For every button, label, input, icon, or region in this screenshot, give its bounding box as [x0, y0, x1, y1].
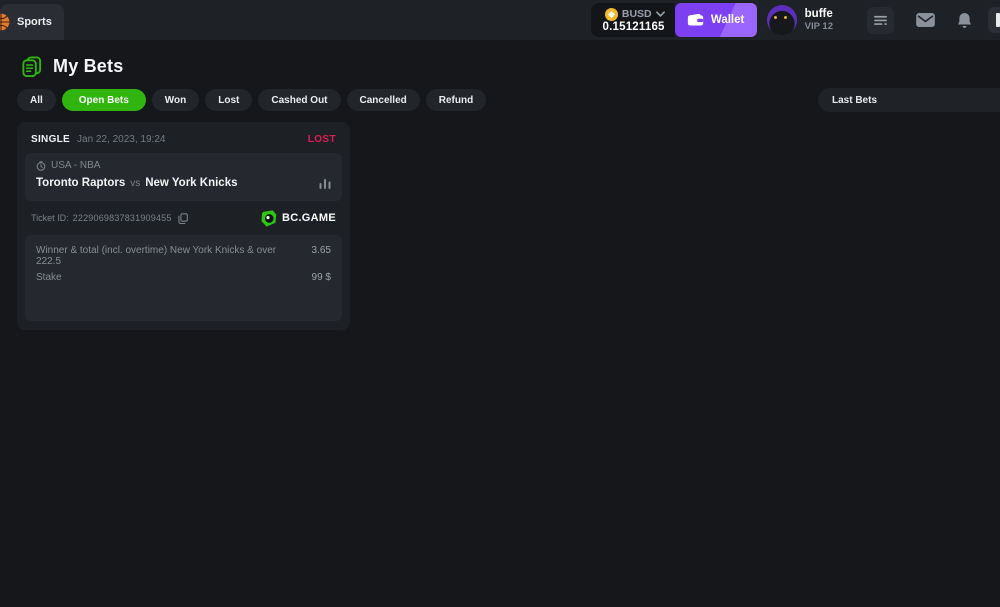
filter-cashed-out[interactable]: Cashed Out	[258, 89, 340, 111]
stake-label: Stake	[36, 272, 62, 283]
sports-tab-label: Sports	[17, 16, 52, 28]
selection-odds: 3.65	[302, 245, 331, 256]
vs-label: vs	[130, 178, 140, 189]
bet-date: Jan 22, 2023, 19:24	[77, 134, 165, 145]
team-away: New York Knicks	[145, 177, 237, 189]
match-panel[interactable]: USA - NBA Toronto Raptors vs New York Kn…	[25, 153, 342, 201]
topbar-right: BUSD 0.15121165 Wallet buffe VIP 12	[591, 0, 1000, 40]
chat-icon	[996, 13, 1000, 27]
sort-select-value: Last Bets	[832, 95, 877, 106]
stats-icon[interactable]	[319, 178, 331, 189]
wallet-label: Wallet	[711, 14, 744, 26]
vip-level: VIP 12	[805, 21, 833, 33]
username: buffe	[805, 7, 833, 21]
filter-lost[interactable]: Lost	[205, 89, 252, 111]
bet-status-badge: LOST	[308, 134, 336, 145]
filter-all[interactable]: All	[17, 89, 56, 111]
user-info[interactable]: buffe VIP 12	[805, 7, 833, 33]
wallet-icon	[687, 13, 704, 27]
bell-icon	[957, 12, 972, 29]
copy-icon[interactable]	[178, 213, 188, 224]
league-row: USA - NBA	[36, 160, 331, 171]
my-bets-icon	[20, 55, 43, 78]
league-label: USA - NBA	[51, 160, 100, 171]
teams-row: Toronto Raptors vs New York Knicks	[36, 177, 331, 189]
busd-coin-icon	[605, 8, 618, 21]
bet-list-icon	[874, 15, 887, 26]
topbar: Sports BUSD 0.15121165 Wallet	[0, 0, 1000, 40]
bet-slip-button[interactable]	[867, 7, 894, 34]
filter-won[interactable]: Won	[152, 89, 199, 111]
avatar[interactable]	[767, 5, 797, 35]
bet-card-header: SINGLE Jan 22, 2023, 19:24 LOST	[25, 130, 342, 153]
team-home: Toronto Raptors	[36, 177, 125, 189]
wallet-button[interactable]: Wallet	[675, 3, 757, 37]
bcgame-logo-icon	[260, 210, 277, 227]
currency-code: BUSD	[622, 8, 652, 20]
selection-label: Winner & total (incl. overtime) New York…	[36, 245, 302, 267]
bet-card: SINGLE Jan 22, 2023, 19:24 LOST USA - NB…	[17, 122, 350, 330]
page-head: My Bets	[20, 55, 123, 78]
messages-button[interactable]	[916, 13, 935, 27]
bcgame-logo: BC.GAME	[260, 210, 336, 227]
sort-select[interactable]: Last Bets	[818, 88, 1000, 112]
page-title: My Bets	[53, 56, 123, 77]
filter-cancelled[interactable]: Cancelled	[347, 89, 420, 111]
ticket-id-value: 2229069837831909455	[73, 213, 172, 223]
currency-selector[interactable]: BUSD 0.15121165	[591, 3, 675, 37]
envelope-icon	[916, 13, 935, 27]
filter-refund[interactable]: Refund	[426, 89, 486, 111]
bcgame-logo-text: BC.GAME	[282, 212, 336, 224]
chevron-down-icon	[656, 11, 665, 17]
tab-sports[interactable]: Sports	[0, 4, 64, 40]
avatar-eyes	[774, 16, 787, 19]
ticket-id-label: Ticket ID:	[31, 213, 69, 223]
bet-details-panel: Winner & total (incl. overtime) New York…	[25, 235, 342, 321]
filter-tabs: All Open Bets Won Lost Cashed Out Cancel…	[17, 89, 486, 111]
ticket-row: Ticket ID: 2229069837831909455 BC.GAME	[25, 201, 342, 235]
selection-row: Winner & total (incl. overtime) New York…	[36, 245, 331, 267]
chat-button[interactable]	[988, 7, 1000, 33]
stake-row: Stake 99 $	[36, 272, 331, 283]
notifications-button[interactable]	[957, 12, 972, 29]
basketball-icon	[0, 12, 11, 32]
filter-open-bets[interactable]: Open Bets	[62, 89, 146, 111]
clock-icon	[36, 161, 46, 171]
bet-type: SINGLE	[31, 134, 70, 145]
currency-balance: 0.15121165	[603, 21, 665, 33]
stake-value: 99 $	[302, 272, 331, 283]
